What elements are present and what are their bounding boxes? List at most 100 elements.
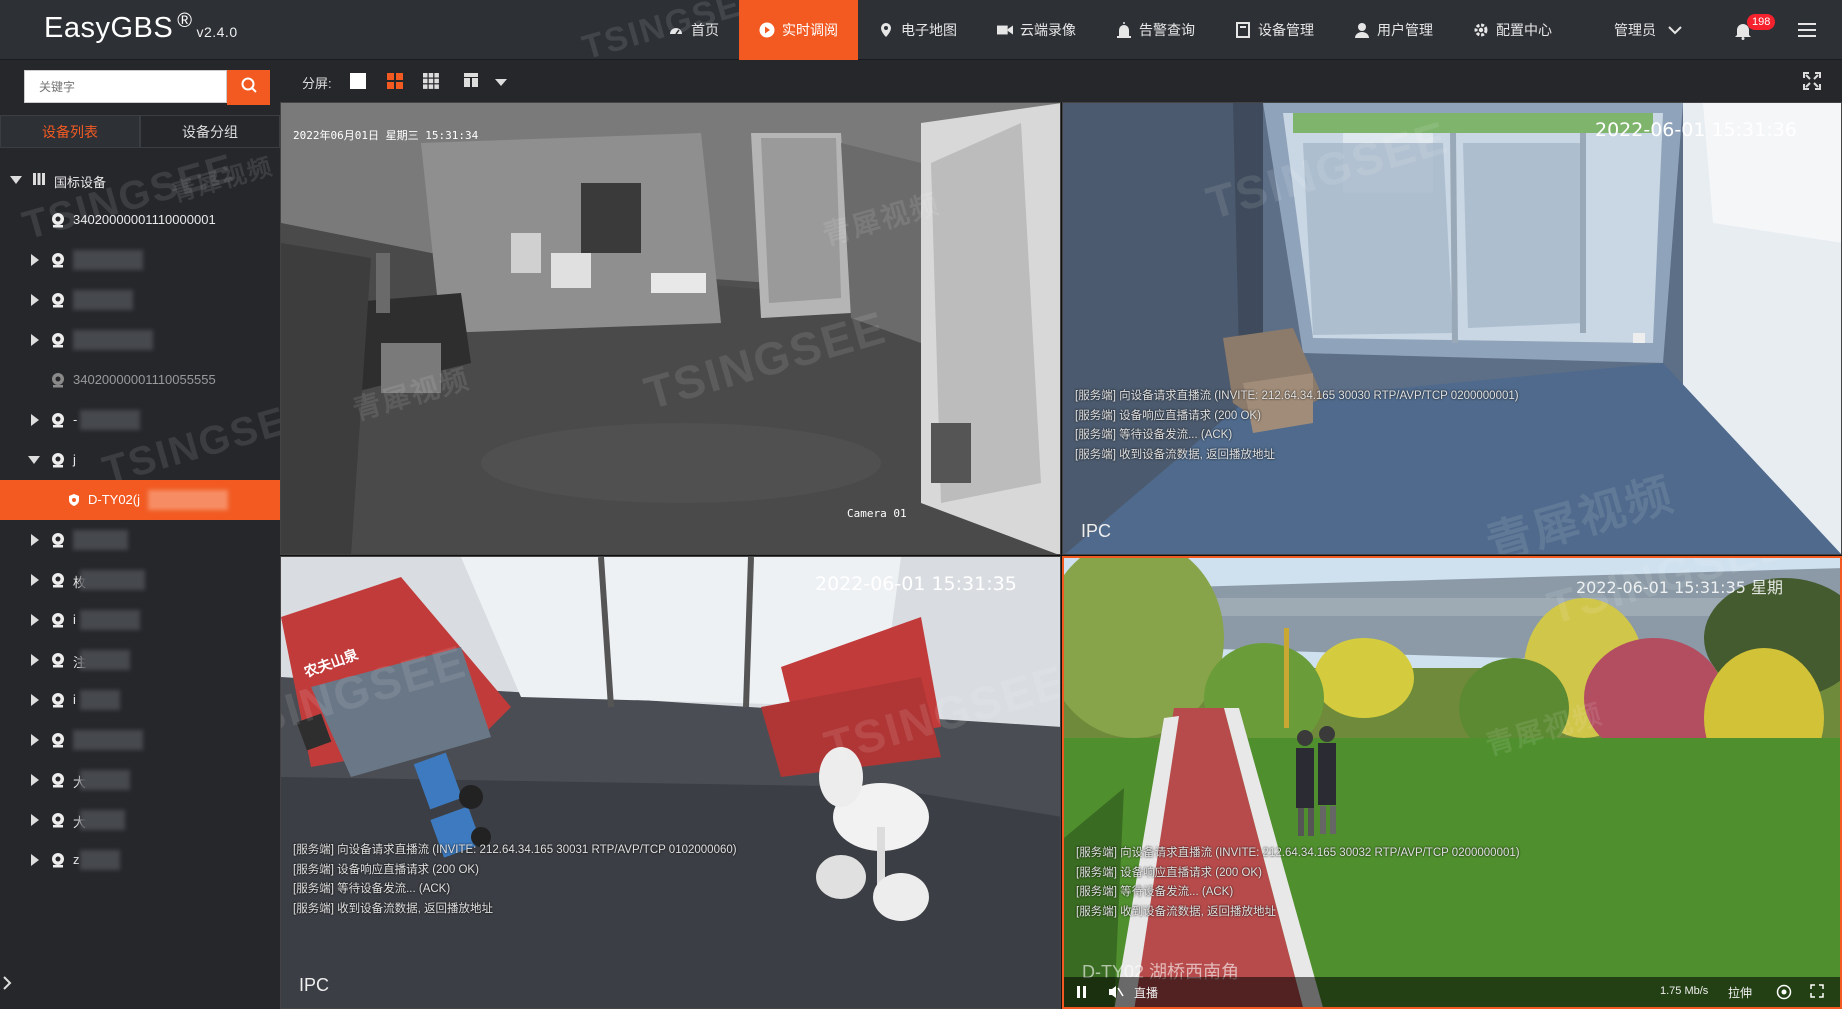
- nav-map[interactable]: 电子地图: [858, 0, 977, 60]
- bitrate-readout: 1.75 Mb/s: [1660, 985, 1709, 997]
- tree-item-label: D-TY02(j: [88, 492, 141, 507]
- tree-item-device[interactable]: 34020000001110000001: [0, 200, 280, 240]
- caret-right-icon[interactable]: [31, 614, 39, 626]
- nav-live-view[interactable]: 实时调阅: [739, 0, 858, 60]
- user-name: 管理员: [1614, 22, 1656, 38]
- split-label: 分屏:: [302, 76, 332, 91]
- split-1-icon[interactable]: [350, 73, 366, 89]
- alarm-icon: [1116, 22, 1132, 38]
- pane-4-log-line: [服务端] 等待设备发流... (ACK): [1076, 886, 1234, 898]
- caret-right-icon[interactable]: [31, 694, 39, 706]
- tree-item-selected-channel[interactable]: D-TY02(j: [0, 480, 280, 520]
- tree-root-gb-devices[interactable]: 国标设备: [0, 160, 280, 200]
- caret-right-icon[interactable]: [31, 334, 39, 346]
- caret-right-icon[interactable]: [31, 654, 39, 666]
- caret-down-icon[interactable]: [28, 456, 40, 464]
- tree-item-device[interactable]: 34020000001110055555: [0, 360, 280, 400]
- video-pane-2[interactable]: 2022-06-01 15:31:36 [服务端] 向设备请求直播流 (INVI…: [1062, 102, 1842, 555]
- caret-right-icon[interactable]: [31, 734, 39, 746]
- tree-item-label: j: [73, 452, 76, 467]
- pane-3-log-line: [服务端] 等待设备发流... (ACK): [293, 883, 451, 895]
- snapshot-icon[interactable]: [1776, 984, 1792, 1003]
- pane-1-camera-label: Camera 01: [847, 507, 907, 520]
- redacted-label: [73, 330, 153, 350]
- tree-item-device[interactable]: i: [0, 600, 280, 640]
- play-circle-icon: [759, 22, 775, 38]
- tree-item-device[interactable]: [0, 280, 280, 320]
- caret-right-icon[interactable]: [31, 534, 39, 546]
- pane-3-timestamp: 2022-06-01 15:31:35: [815, 573, 1017, 595]
- caret-right-icon[interactable]: [31, 574, 39, 586]
- live-label: 直播: [1134, 986, 1159, 1000]
- hamburger-menu-icon[interactable]: [1798, 22, 1818, 38]
- nav-config[interactable]: 配置中心: [1453, 0, 1572, 60]
- nav-users[interactable]: 用户管理: [1334, 0, 1453, 60]
- caret-right-icon[interactable]: [31, 854, 39, 866]
- tree-item-device[interactable]: [0, 320, 280, 360]
- mute-icon[interactable]: [1108, 984, 1124, 1003]
- pause-icon[interactable]: [1076, 985, 1088, 1002]
- camera-feed-park: [1064, 558, 1840, 1007]
- tree-item-device[interactable]: i: [0, 680, 280, 720]
- layout-custom-icon[interactable]: [464, 73, 480, 89]
- device-icon: [1235, 22, 1251, 38]
- tab-device-list[interactable]: 设备列表: [0, 115, 140, 147]
- pane-2-log-line: [服务端] 等待设备发流... (ACK): [1075, 429, 1233, 441]
- chevron-down-icon: [1668, 22, 1682, 38]
- tree-item-device[interactable]: -: [0, 400, 280, 440]
- tree-item-device[interactable]: 注: [0, 640, 280, 680]
- camera-device-icon: [50, 452, 66, 471]
- tree-item-device[interactable]: 枚: [0, 560, 280, 600]
- camera-device-icon: [50, 532, 66, 551]
- tree-item-device[interactable]: 大: [0, 800, 280, 840]
- redacted-label: [73, 530, 128, 550]
- camera-device-icon: [50, 652, 66, 671]
- layout-dropdown-icon[interactable]: [494, 75, 510, 91]
- video-pane-1[interactable]: 2022年06月01日 星期三 15:31:34 Camera 01 TSING…: [280, 102, 1061, 555]
- caret-right-icon[interactable]: [31, 814, 39, 826]
- fullscreen-icon[interactable]: [1803, 72, 1821, 90]
- caret-right-icon[interactable]: [31, 294, 39, 306]
- split-9-icon[interactable]: [423, 73, 439, 89]
- nav-cloud-recording[interactable]: 云端录像: [977, 0, 1096, 60]
- caret-right-icon[interactable]: [31, 774, 39, 786]
- caret-right-icon[interactable]: [31, 414, 39, 426]
- nav-home[interactable]: 首页: [648, 0, 739, 60]
- nav-alarm[interactable]: 告警查询: [1096, 0, 1215, 60]
- pane-3-log-line: [服务端] 设备响应直播请求 (200 OK): [293, 863, 479, 876]
- camera-device-icon: [50, 212, 66, 231]
- tree-item-device[interactable]: j: [0, 440, 280, 480]
- split-4-icon[interactable]: [387, 73, 403, 89]
- pane-fullscreen-icon[interactable]: [1810, 984, 1824, 1001]
- search-button[interactable]: [227, 70, 270, 105]
- app-logo[interactable]: EasyGBS ® v2.4.0: [44, 10, 238, 45]
- pane-2-log-line: [服务端] 设备响应直播请求 (200 OK): [1075, 409, 1261, 422]
- redacted-label: [73, 290, 133, 310]
- tree-item-device[interactable]: z: [0, 840, 280, 880]
- device-search-input[interactable]: [25, 71, 226, 102]
- tab-device-group[interactable]: 设备分组: [140, 115, 280, 147]
- caret-right-icon[interactable]: [31, 254, 39, 266]
- gear-icon: [1473, 22, 1489, 38]
- tree-item-device[interactable]: [0, 720, 280, 760]
- video-camera-icon: [997, 22, 1013, 38]
- tree-item-device[interactable]: [0, 240, 280, 280]
- redacted-label: [80, 570, 145, 590]
- pane-2-log: [服务端] 向设备请求直播流 (INVITE: 212.64.34.165 30…: [1075, 387, 1519, 465]
- pane-2-log-line: [服务端] 向设备请求直播流 (INVITE: 212.64.34.165 30…: [1075, 390, 1519, 402]
- sidebar-collapse-icon[interactable]: [2, 975, 12, 991]
- video-pane-4[interactable]: 2022-06-01 15:31:35 星期 [服务端] 向设备请求直播流 (I…: [1062, 556, 1842, 1009]
- tree-item-device[interactable]: [0, 520, 280, 560]
- video-pane-3[interactable]: 农夫山泉 2022-06-01 15:31:35 [服务端] 向设备请求直播流 …: [280, 556, 1061, 1009]
- tree-item-device[interactable]: 大: [0, 760, 280, 800]
- map-pin-icon: [878, 22, 894, 38]
- user-menu[interactable]: 管理员: [1614, 0, 1682, 60]
- device-group-icon: [32, 172, 46, 189]
- channel-shield-icon: [68, 493, 80, 510]
- camera-device-icon: [50, 772, 66, 791]
- pane-4-log-line: [服务端] 设备响应直播请求 (200 OK): [1076, 866, 1262, 879]
- nav-devices-label: 设备管理: [1258, 22, 1314, 38]
- nav-devices[interactable]: 设备管理: [1215, 0, 1334, 60]
- pane-2-log-line: [服务端] 收到设备流数据, 返回播放地址: [1075, 448, 1275, 461]
- stretch-button[interactable]: 拉伸: [1728, 984, 1752, 1001]
